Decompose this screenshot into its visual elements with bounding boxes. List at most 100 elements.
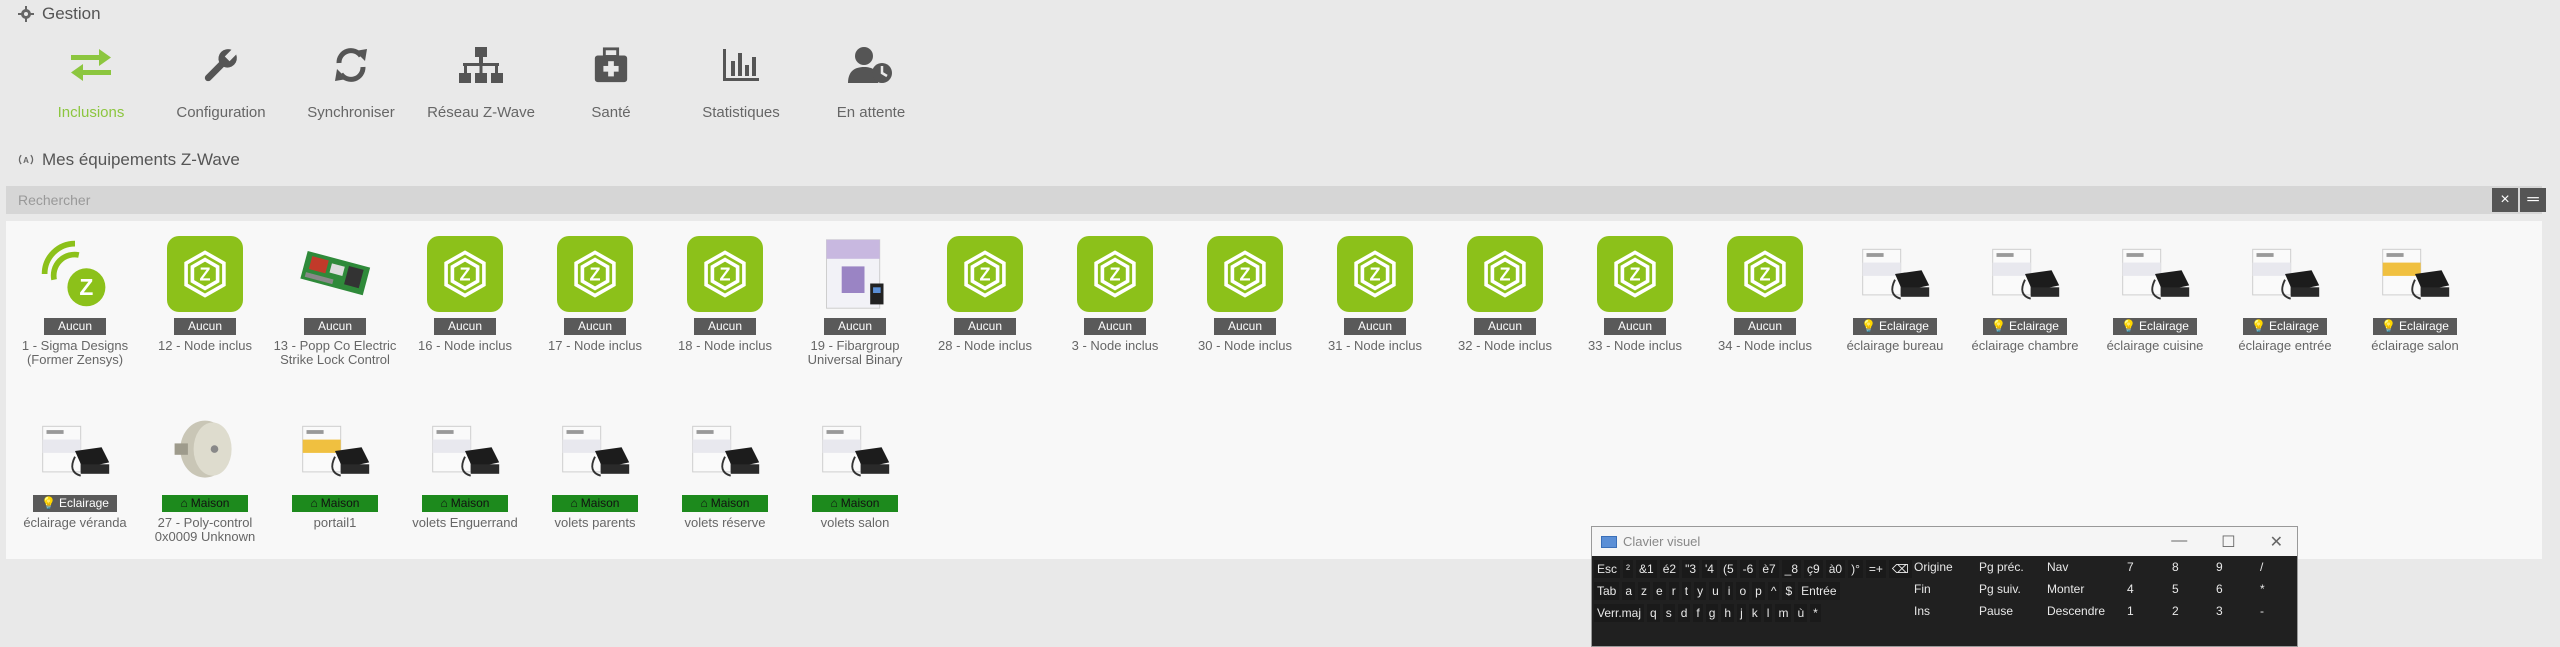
device-card[interactable]: Z Aucun 30 - Node inclus [1180, 236, 1310, 353]
keyboard-nav-key[interactable]: Nav [2047, 560, 2068, 574]
device-card[interactable]: ⌂ Maison portail1 [270, 413, 400, 530]
keyboard-nav-key[interactable]: Fin [1914, 582, 1931, 596]
maximize-icon[interactable]: ☐ [2221, 532, 2235, 552]
keyboard-key[interactable]: =+ [1865, 560, 1886, 578]
sante-button[interactable]: Santé [546, 40, 676, 121]
keyboard-key[interactable]: i [1724, 582, 1734, 600]
keyboard-key[interactable]: e [1653, 582, 1666, 600]
device-card[interactable]: ⌂ Maison volets Enguerrand [400, 413, 530, 530]
keyboard-key[interactable]: h [1721, 604, 1735, 622]
keyboard-numpad-key[interactable]: * [2260, 582, 2265, 596]
keyboard-key[interactable]: ^ [1767, 582, 1780, 600]
keyboard-key[interactable]: Tab [1594, 582, 1620, 600]
device-card[interactable]: Z Aucun 32 - Node inclus [1440, 236, 1570, 353]
reseau-zwave-button[interactable]: Réseau Z-Wave [416, 40, 546, 121]
device-card[interactable]: 💡 Eclairage éclairage chambre [1960, 236, 2090, 353]
keyboard-key[interactable]: ² [1623, 560, 1634, 578]
minimize-icon[interactable]: — [2171, 532, 2187, 552]
keyboard-key[interactable]: Esc [1594, 560, 1621, 578]
keyboard-key[interactable]: "3 [1682, 560, 1699, 578]
device-card[interactable]: Z Aucun 3 - Node inclus [1050, 236, 1180, 353]
close-window-icon[interactable]: ✕ [2270, 532, 2283, 552]
keyboard-nav-key[interactable]: Pg suiv. [1979, 582, 2021, 596]
clear-search-button[interactable]: × [2492, 188, 2518, 212]
keyboard-key[interactable]: )° [1848, 560, 1863, 578]
keyboard-key[interactable]: p [1752, 582, 1765, 600]
synchroniser-button[interactable]: Synchroniser [286, 40, 416, 121]
device-card[interactable]: Z Aucun 17 - Node inclus [530, 236, 660, 353]
keyboard-key[interactable]: $ [1782, 582, 1796, 600]
keyboard-key[interactable]: ⌫ [1888, 560, 1912, 578]
keyboard-nav-key[interactable]: Descendre [2047, 604, 2105, 618]
keyboard-key[interactable]: -6 [1739, 560, 1757, 578]
device-card[interactable]: 💡 Eclairage éclairage véranda [10, 413, 140, 530]
keyboard-numpad-key[interactable]: / [2260, 560, 2263, 574]
keyboard-numpad-key[interactable]: 7 [2127, 560, 2134, 574]
keyboard-key[interactable]: Verr.maj [1594, 604, 1645, 622]
keyboard-numpad-key[interactable]: 8 [2172, 560, 2179, 574]
keyboard-key[interactable]: é2 [1659, 560, 1680, 578]
keyboard-key[interactable]: z [1638, 582, 1651, 600]
keyboard-numpad-key[interactable]: 2 [2172, 604, 2179, 618]
device-card[interactable]: Z Aucun 34 - Node inclus [1700, 236, 1830, 353]
keyboard-nav-key[interactable]: Origine [1914, 560, 1953, 574]
device-card[interactable]: ⌂ Maison volets réserve [660, 413, 790, 530]
configuration-button[interactable]: Configuration [156, 40, 286, 121]
keyboard-numpad-key[interactable]: 1 [2127, 604, 2134, 618]
keyboard-numpad-key[interactable]: 6 [2216, 582, 2223, 596]
keyboard-key[interactable]: r [1668, 582, 1679, 600]
keyboard-nav-key[interactable]: Pg préc. [1979, 560, 2024, 574]
device-card[interactable]: Z Aucun 18 - Node inclus [660, 236, 790, 353]
keyboard-key[interactable]: ç9 [1804, 560, 1823, 578]
device-card[interactable]: ⌂ Maison volets parents [530, 413, 660, 530]
device-card[interactable]: 💡 Eclairage éclairage cuisine [2090, 236, 2220, 353]
device-card[interactable]: Aucun 19 - Fibargroup Universal Binary [790, 236, 920, 367]
device-card[interactable]: Z Aucun 16 - Node inclus [400, 236, 530, 353]
device-card[interactable]: 💡 Eclairage éclairage salon [2350, 236, 2480, 353]
keyboard-key[interactable]: &1 [1636, 560, 1657, 578]
device-card[interactable]: ⌂ Maison volets salon [790, 413, 920, 530]
keyboard-key[interactable]: q [1647, 604, 1660, 622]
device-card[interactable]: Z Aucun 33 - Node inclus [1570, 236, 1700, 353]
device-card[interactable]: Aucun 13 - Popp Co Electric Strike Lock C… [270, 236, 400, 367]
keyboard-key[interactable]: j [1737, 604, 1746, 622]
keyboard-key[interactable]: ù [1794, 604, 1808, 622]
menu-button[interactable]: ═ [2520, 188, 2546, 212]
keyboard-key[interactable]: y [1694, 582, 1707, 600]
keyboard-key[interactable]: f [1693, 604, 1703, 622]
keyboard-key[interactable]: * [1810, 604, 1821, 622]
keyboard-key[interactable]: a [1622, 582, 1636, 600]
keyboard-key[interactable]: g [1705, 604, 1719, 622]
keyboard-key[interactable]: m [1775, 604, 1792, 622]
keyboard-key[interactable]: '4 [1702, 560, 1717, 578]
device-card[interactable]: Z Aucun 31 - Node inclus [1310, 236, 1440, 353]
device-card[interactable]: ⌂ Maison 27 - Poly-control 0x0009 Unknown [140, 413, 270, 544]
statistiques-button[interactable]: Statistiques [676, 40, 806, 121]
keyboard-key[interactable]: o [1736, 582, 1750, 600]
keyboard-key[interactable]: s [1662, 604, 1675, 622]
inclusions-button[interactable]: Inclusions [26, 40, 156, 121]
device-card[interactable]: Z Aucun 28 - Node inclus [920, 236, 1050, 353]
keyboard-nav-key[interactable]: Monter [2047, 582, 2084, 596]
keyboard-numpad-key[interactable]: 9 [2216, 560, 2223, 574]
keyboard-key[interactable]: Entrée [1798, 582, 1840, 600]
keyboard-key[interactable]: è7 [1759, 560, 1779, 578]
keyboard-key[interactable]: d [1677, 604, 1691, 622]
device-card[interactable]: Z Aucun 1 - Sigma Designs (Former Zensys) [10, 236, 140, 367]
keyboard-numpad-key[interactable]: - [2260, 604, 2264, 618]
keyboard-numpad-key[interactable]: 3 [2216, 604, 2223, 618]
keyboard-key[interactable]: t [1681, 582, 1692, 600]
keyboard-key[interactable]: k [1748, 604, 1761, 622]
device-card[interactable]: Z Aucun 12 - Node inclus [140, 236, 270, 353]
keyboard-key[interactable]: l [1763, 604, 1773, 622]
keyboard-key[interactable]: (5 [1719, 560, 1737, 578]
keyboard-nav-key[interactable]: Pause [1979, 604, 2013, 618]
keyboard-key[interactable]: à0 [1825, 560, 1846, 578]
device-card[interactable]: 💡 Eclairage éclairage bureau [1830, 236, 1960, 353]
keyboard-numpad-key[interactable]: 5 [2172, 582, 2179, 596]
keyboard-nav-key[interactable]: Ins [1914, 604, 1930, 618]
keyboard-key[interactable]: u [1709, 582, 1722, 600]
en-attente-button[interactable]: En attente [806, 40, 936, 121]
keyboard-key[interactable]: _8 [1781, 560, 1802, 578]
device-card[interactable]: 💡 Eclairage éclairage entrée [2220, 236, 2350, 353]
